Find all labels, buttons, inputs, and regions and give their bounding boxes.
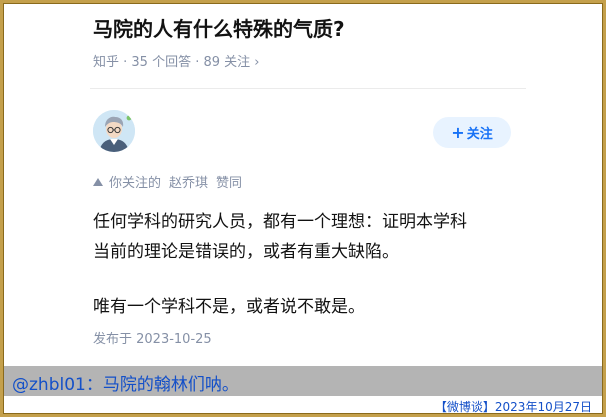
plus-icon: + — [451, 123, 465, 142]
screenshot-area: 马院的人有什么特殊的气质? 知乎 · 35 个回答 · 89 关注 › + 关注… — [3, 3, 603, 414]
upvote-prefix: 你关注的 — [109, 176, 162, 191]
follow-button[interactable]: + 关注 — [433, 117, 511, 148]
publish-date: 发布于 2023-10-25 — [93, 332, 212, 347]
answer-paragraph-line: 当前的理论是错误的，或者有重大缺陷。 — [93, 242, 399, 262]
text-fade-overlay — [226, 322, 286, 348]
avatar-illustration-icon — [93, 110, 135, 152]
answer-paragraph-line: 任何学科的研究人员，都有一个理想：证明本学科 — [93, 212, 467, 232]
upvote-info: 你关注的 赵乔琪 赞同 — [93, 172, 242, 191]
answer-card: 马院的人有什么特殊的气质? 知乎 · 35 个回答 · 89 关注 › + 关注… — [4, 4, 602, 413]
question-title[interactable]: 马院的人有什么特殊的气质? — [93, 13, 345, 42]
source-footer: 【微博谈】2023年10月27日 — [434, 400, 592, 414]
upvoter-name[interactable]: 赵乔琪 — [169, 172, 208, 191]
answer-paragraph-line: 唯有一个学科不是，或者说不敢是。 — [93, 297, 365, 317]
follow-button-label: 关注 — [466, 127, 493, 142]
divider — [90, 88, 526, 89]
question-meta[interactable]: 知乎 · 35 个回答 · 89 关注 › — [93, 51, 259, 70]
upvote-triangle-icon — [93, 177, 103, 186]
gold-frame: 马院的人有什么特殊的气质? 知乎 · 35 个回答 · 89 关注 › + 关注… — [0, 0, 606, 417]
weibo-caption: @zhbl01：马院的翰林们呐。 — [12, 375, 239, 395]
avatar[interactable] — [93, 110, 135, 152]
upvote-action: 赞同 — [216, 176, 243, 191]
